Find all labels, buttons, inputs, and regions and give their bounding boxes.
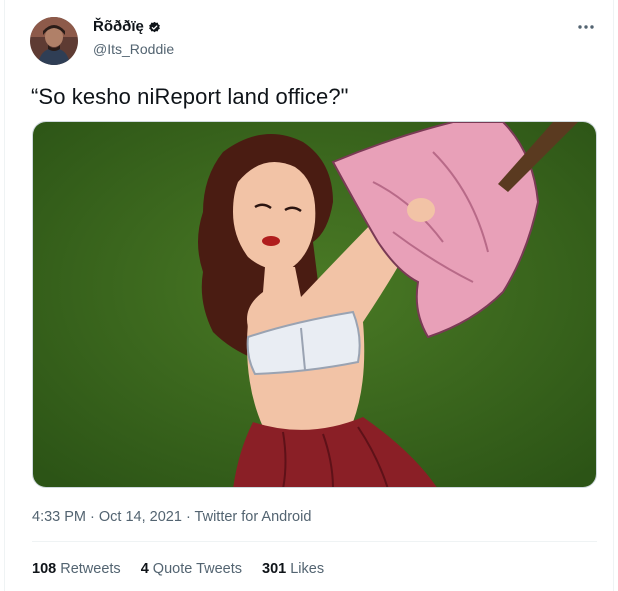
tweet-date[interactable]: Oct 14, 2021 <box>99 509 182 525</box>
likes-stat[interactable]: 301 Likes <box>262 559 324 579</box>
author-handle[interactable]: @Its_Roddie <box>93 40 174 58</box>
quote-tweets-count: 4 <box>140 561 149 577</box>
quote-tweets-label: Quote Tweets <box>152 561 242 577</box>
verified-badge-icon <box>148 21 161 34</box>
likes-label: Likes <box>290 561 325 577</box>
display-name[interactable]: Řõððïę <box>93 17 144 37</box>
tweet-source[interactable]: Twitter for Android <box>195 509 312 525</box>
meta-separator: · <box>181 509 195 525</box>
tweet-media-image[interactable] <box>32 121 597 488</box>
likes-count: 301 <box>262 561 287 577</box>
tweet-metadata: 4:33 PM · Oct 14, 2021 · Twitter for And… <box>32 507 311 527</box>
avatar-photo-icon <box>30 17 78 65</box>
avatar[interactable] <box>30 17 78 65</box>
tweet-text: “So kesho niReport land office?" <box>31 84 349 109</box>
more-options-button[interactable] <box>575 17 597 37</box>
retweets-label: Retweets <box>60 561 121 577</box>
retweets-stat[interactable]: 108 Retweets <box>32 559 121 579</box>
tweet-card: Řõððïę @Its_Roddie “So kesho niReport la… <box>4 0 614 591</box>
quote-tweets-stat[interactable]: 4 Quote Tweets <box>141 559 242 579</box>
engagement-stats: 108 Retweets 4 Quote Tweets 301 Likes <box>32 559 324 579</box>
author-name-row: Řõððïę <box>93 17 161 37</box>
illustration-image <box>33 122 596 487</box>
retweets-count: 108 <box>32 561 57 577</box>
tweet-time[interactable]: 4:33 PM <box>32 509 86 525</box>
meta-separator: · <box>86 509 99 525</box>
divider <box>32 541 597 542</box>
more-options-icon <box>578 25 594 29</box>
